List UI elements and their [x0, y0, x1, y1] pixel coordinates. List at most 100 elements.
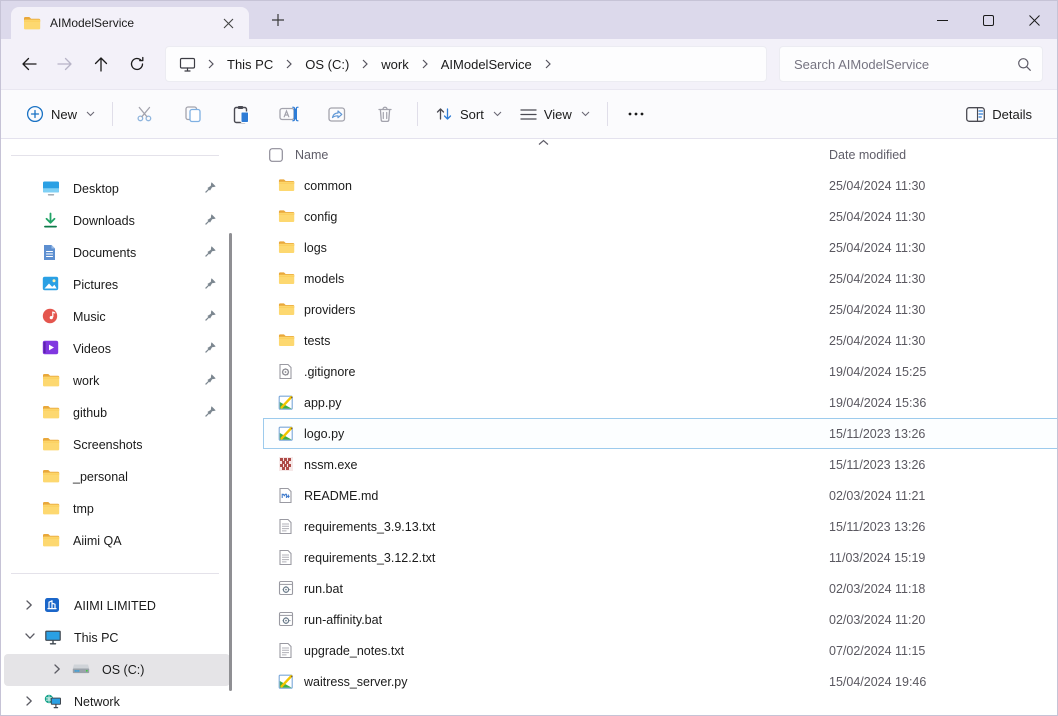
sidebar-item-os-c-[interactable]: OS (C:) — [4, 654, 230, 686]
sidebar-divider — [11, 573, 219, 574]
details-button[interactable]: Details — [957, 96, 1041, 132]
sidebar-item-this-pc[interactable]: This PC — [4, 622, 230, 654]
python-file-icon — [278, 673, 295, 690]
this-pc-icon[interactable] — [172, 49, 202, 79]
chevron-right-icon[interactable] — [356, 59, 374, 69]
navigation-bar: This PC OS (C:) work AIModelService — [1, 39, 1057, 89]
up-button[interactable] — [83, 46, 119, 82]
chevron-right-icon[interactable] — [24, 599, 38, 613]
file-row-tests[interactable]: tests25/04/2024 11:30 — [263, 325, 1057, 356]
search-box — [779, 46, 1043, 82]
chevron-right-icon[interactable] — [280, 59, 298, 69]
sidebar-item-aiimi-qa[interactable]: Aiimi QA — [4, 525, 230, 557]
tab-close-icon[interactable] — [217, 12, 239, 34]
sidebar-item-documents[interactable]: Documents — [4, 237, 230, 269]
sidebar-scrollbar[interactable] — [229, 233, 232, 691]
sidebar-item-label: Downloads — [73, 214, 135, 228]
details-pane-icon — [966, 107, 985, 122]
file-row-providers[interactable]: providers25/04/2024 11:30 — [263, 294, 1057, 325]
sidebar-item-label: github — [73, 406, 107, 420]
column-header-date-modified[interactable]: Date modified — [829, 148, 906, 162]
forward-button[interactable] — [47, 46, 83, 82]
downloads-icon — [42, 212, 60, 230]
view-icon — [520, 107, 537, 122]
sidebar-item-pictures[interactable]: Pictures — [4, 269, 230, 301]
sidebar-item-tmp[interactable]: tmp — [4, 493, 230, 525]
new-tab-button[interactable] — [263, 5, 293, 35]
file-row-app-py[interactable]: app.py19/04/2024 15:36 — [263, 387, 1057, 418]
tab-aimodelservice[interactable]: AIModelService — [11, 7, 249, 39]
sort-button[interactable]: Sort — [426, 96, 511, 132]
file-row-upgrade-notes-txt[interactable]: upgrade_notes.txt07/02/2024 11:15 — [263, 635, 1057, 666]
minimize-button[interactable] — [919, 1, 965, 39]
search-icon[interactable] — [1017, 57, 1032, 72]
share-button[interactable] — [317, 96, 357, 132]
file-row-requirements-3-12-2-txt[interactable]: requirements_3.12.2.txt11/03/2024 15:19 — [263, 542, 1057, 573]
chevron-right-icon[interactable] — [52, 663, 66, 677]
file-row-logs[interactable]: logs25/04/2024 11:30 — [263, 232, 1057, 263]
sidebar-item-label: work — [73, 374, 99, 388]
breadcrumb-os-c[interactable]: OS (C:) — [298, 53, 356, 76]
rename-button[interactable] — [269, 96, 309, 132]
sidebar-item-screenshots[interactable]: Screenshots — [4, 429, 230, 461]
sidebar-item-label: Music — [73, 310, 106, 324]
new-button-label: New — [51, 107, 77, 122]
file-row-run-bat[interactable]: run.bat02/03/2024 11:18 — [263, 573, 1057, 604]
refresh-button[interactable] — [119, 46, 155, 82]
folder-icon — [278, 177, 295, 194]
view-button[interactable]: View — [511, 96, 599, 132]
more-options-button[interactable] — [616, 96, 656, 132]
sidebar-item-label: Desktop — [73, 182, 119, 196]
file-row--gitignore[interactable]: .gitignore19/04/2024 15:25 — [263, 356, 1057, 387]
sidebar-item-network[interactable]: Network — [4, 686, 230, 715]
file-row-models[interactable]: models25/04/2024 11:30 — [263, 263, 1057, 294]
chevron-right-icon[interactable] — [24, 695, 38, 709]
chevron-down-icon — [581, 111, 590, 117]
new-button[interactable]: New — [17, 96, 104, 132]
sidebar-item-label: Videos — [73, 342, 111, 356]
column-headers: Name Date modified — [263, 139, 1057, 170]
cut-button[interactable] — [125, 96, 165, 132]
close-button[interactable] — [1011, 1, 1057, 39]
file-name: waitress_server.py — [304, 675, 408, 689]
delete-button[interactable] — [365, 96, 405, 132]
sidebar-item-videos[interactable]: Videos — [4, 333, 230, 365]
details-button-label: Details — [992, 107, 1032, 122]
sidebar-item-aiimi-limited[interactable]: AIIMI LIMITED — [4, 590, 230, 622]
sidebar-item-music[interactable]: Music — [4, 301, 230, 333]
chevron-right-icon[interactable] — [202, 59, 220, 69]
file-row-logo-py[interactable]: logo.py15/11/2023 13:26 — [263, 418, 1057, 449]
file-row-common[interactable]: common25/04/2024 11:30 — [263, 170, 1057, 201]
file-row-requirements-3-9-13-txt[interactable]: requirements_3.9.13.txt15/11/2023 13:26 — [263, 511, 1057, 542]
search-input[interactable] — [794, 57, 1017, 72]
sidebar-item-github[interactable]: github — [4, 397, 230, 429]
file-name: models — [304, 272, 344, 286]
back-button[interactable] — [11, 46, 47, 82]
select-all-checkbox[interactable] — [269, 148, 283, 162]
sidebar-item--personal[interactable]: _personal — [4, 461, 230, 493]
file-row-config[interactable]: config25/04/2024 11:30 — [263, 201, 1057, 232]
file-row-nssm-exe[interactable]: nssm.exe15/11/2023 13:26 — [263, 449, 1057, 480]
scissors-icon — [136, 105, 155, 123]
chevron-right-icon[interactable] — [416, 59, 434, 69]
file-row-readme-md[interactable]: README.md02/03/2024 11:21 — [263, 480, 1057, 511]
file-row-run-affinity-bat[interactable]: run-affinity.bat02/03/2024 11:20 — [263, 604, 1057, 635]
column-header-name[interactable]: Name — [295, 148, 328, 162]
breadcrumb-aimodelservice[interactable]: AIModelService — [434, 53, 539, 76]
copy-button[interactable] — [173, 96, 213, 132]
maximize-button[interactable] — [965, 1, 1011, 39]
paste-button[interactable] — [221, 96, 261, 132]
chevron-down-icon[interactable] — [24, 631, 38, 645]
file-row-waitress-server-py[interactable]: waitress_server.py15/04/2024 19:46 — [263, 666, 1057, 697]
folder-icon — [23, 15, 41, 31]
folder-icon — [42, 532, 60, 550]
chevron-right-icon[interactable] — [539, 59, 557, 69]
sidebar-item-work[interactable]: work — [4, 365, 230, 397]
breadcrumb-work[interactable]: work — [374, 53, 415, 76]
pin-icon — [203, 341, 217, 355]
sidebar-item-desktop[interactable]: Desktop — [4, 173, 230, 205]
breadcrumb-this-pc[interactable]: This PC — [220, 53, 280, 76]
desktop-icon — [42, 180, 60, 198]
file-explorer-window: AIModelService — [0, 0, 1058, 716]
sidebar-item-downloads[interactable]: Downloads — [4, 205, 230, 237]
